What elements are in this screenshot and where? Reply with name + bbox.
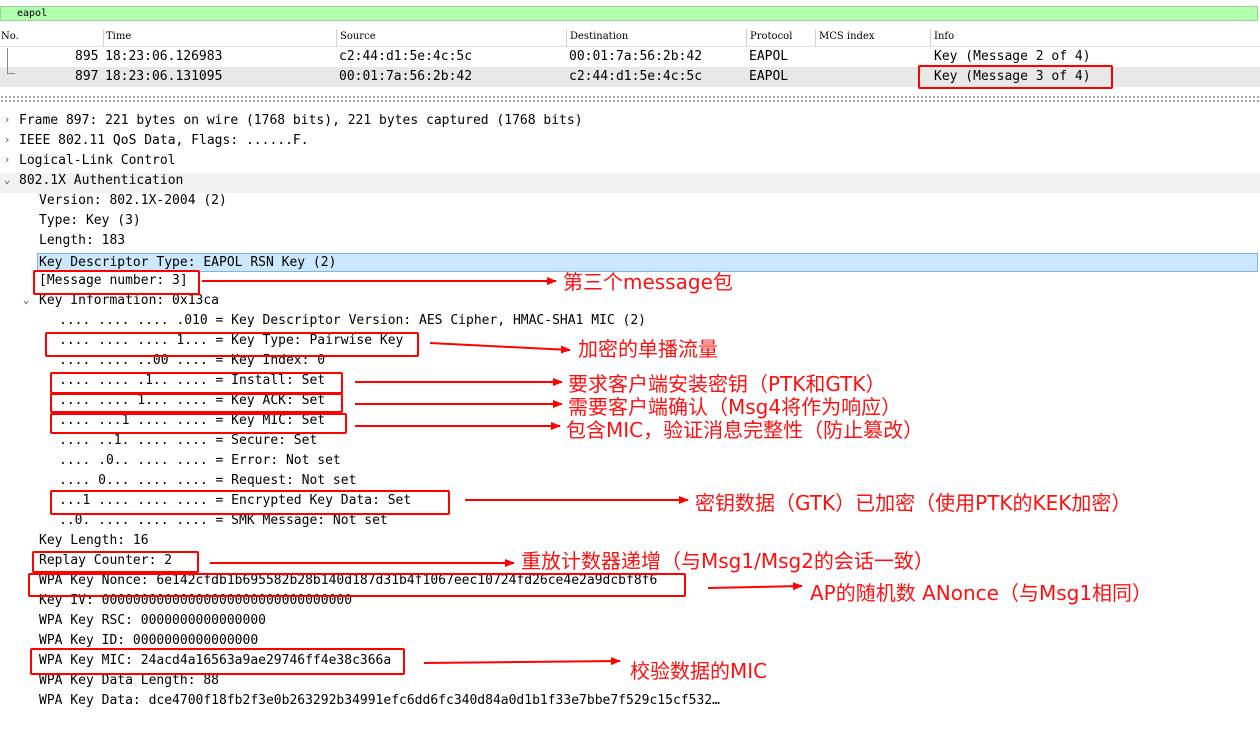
annotation-encrypted: 密钥数据（GTK）已加密（使用PTK的KEK加密）: [695, 491, 1132, 515]
annotation-arrow: [707, 582, 803, 591]
annotation-replay: 重放计数器递增（与Msg1/Msg2的会话一致）: [521, 549, 934, 573]
annotation-arrow: [423, 657, 621, 666]
annotation-nonce: AP的随机数 ANonce（与Msg1相同）: [810, 581, 1153, 605]
annotation-arrow: [429, 342, 571, 354]
annotation-pairwise: 加密的单播流量: [578, 337, 718, 361]
annotation-mic: 包含MIC，验证消息完整性（防止篡改）: [566, 418, 924, 442]
annotation-message3: 第三个message包: [563, 270, 733, 294]
annotation-keymic: 校验数据的MIC: [630, 659, 768, 683]
